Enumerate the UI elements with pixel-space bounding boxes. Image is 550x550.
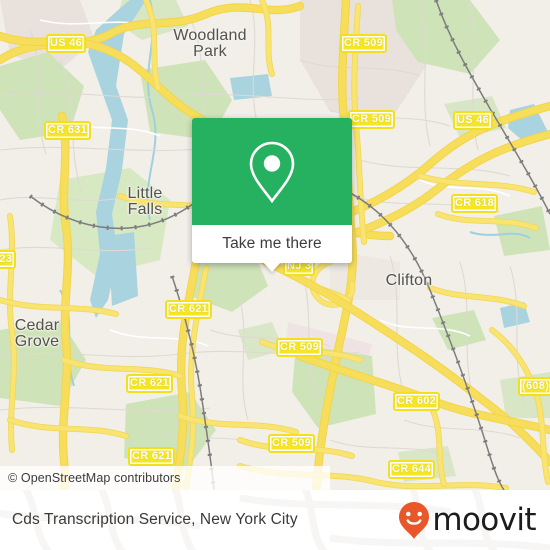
popup-pointer-tail — [263, 262, 281, 272]
highway-shield: CR 602 — [393, 392, 441, 411]
moovit-map-screenshot: .land { fill:#f2efe9; } .green { fill:#c… — [0, 0, 550, 550]
highway-shield: CR 509 — [268, 434, 316, 453]
moovit-wordmark: moovit — [432, 501, 536, 538]
moovit-logo[interactable]: moovit — [397, 500, 537, 540]
highway-shield: CR 509 — [348, 110, 396, 129]
highway-shield: CR 621 — [126, 374, 174, 393]
highway-shield: 623 — [0, 250, 17, 269]
highway-shield: CR 644 — [388, 460, 436, 479]
highway-shield: CR 618 — [451, 194, 499, 213]
highway-shield: US 46 — [453, 111, 494, 130]
highway-shield: (608) — [518, 377, 550, 396]
location-popup-card[interactable]: Take me there — [192, 118, 352, 272]
map-attribution-bar: © OpenStreetMap contributors — [0, 466, 330, 490]
highway-shield: CR 509 — [276, 338, 324, 357]
footer-bar: Cds Transcription Service, New York City… — [0, 490, 550, 550]
moovit-pin-icon — [399, 502, 430, 539]
highway-shield: CR 631 — [44, 121, 92, 140]
popup-header — [192, 118, 352, 225]
take-me-there-label: Take me there — [222, 235, 322, 252]
highway-shield: CR 621 — [165, 300, 213, 319]
highway-shield: US 46 — [46, 34, 87, 53]
openstreetmap-attribution: © OpenStreetMap contributors — [8, 471, 181, 485]
map-canvas[interactable]: .land { fill:#f2efe9; } .green { fill:#c… — [0, 0, 550, 490]
popup-action-row[interactable]: Take me there — [192, 225, 352, 263]
place-title: Cds Transcription Service, New York City — [12, 511, 298, 528]
highway-shield: CR 509 — [340, 34, 388, 53]
map-pin-icon — [249, 141, 295, 203]
highway-shield: CR 621 — [128, 447, 176, 466]
